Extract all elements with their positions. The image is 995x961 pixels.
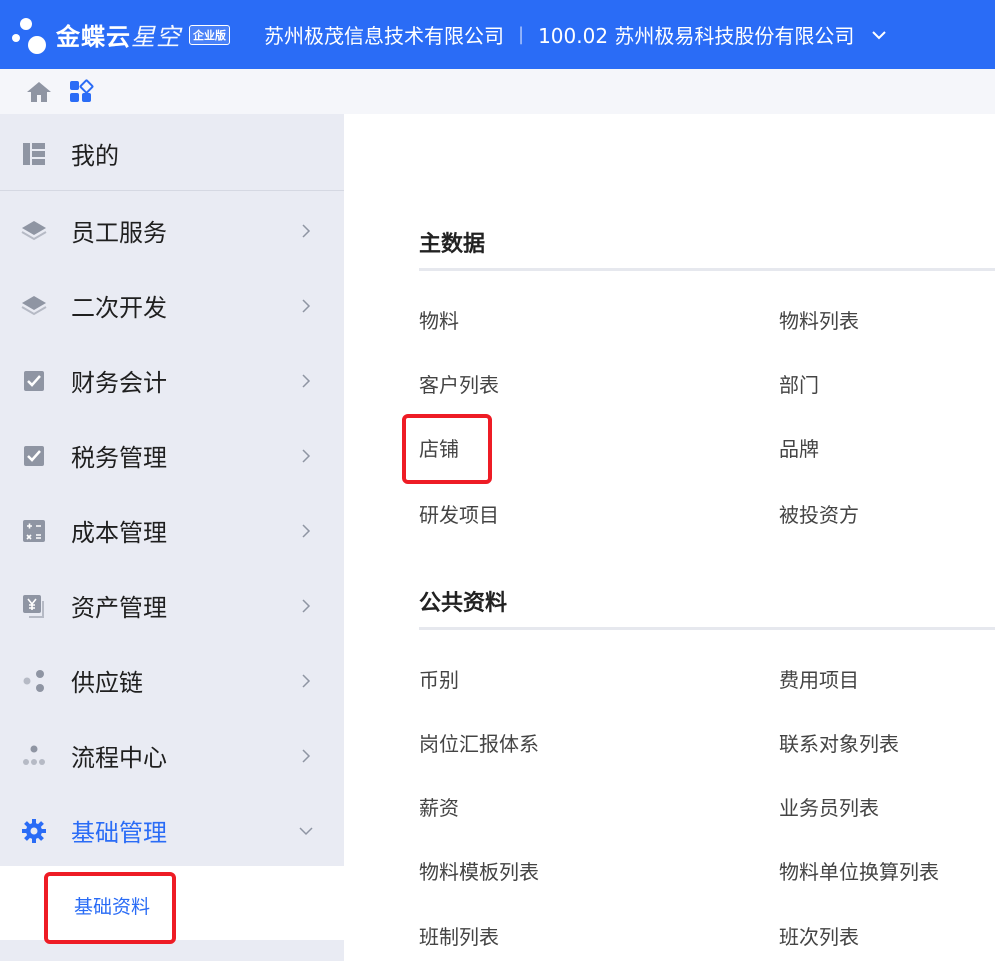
sidebar-divider [0,190,344,191]
kingdee-logo[interactable]: 金蝶云星空 企业版 [8,0,230,69]
sidebar-item-supply-chain[interactable]: 供应链 [0,643,344,718]
header-separator: | [518,24,525,45]
highlight-box [44,872,176,944]
logo-dots-icon [8,10,52,60]
brand-name: 金蝶云 [56,23,131,51]
calculator-icon [21,518,47,544]
link-shift-system-list[interactable]: 班制列表 [419,921,499,950]
chevron-right-icon [302,223,311,238]
chevron-right-icon [302,373,311,388]
org-chart-icon [21,743,47,769]
sidebar-item-secondary-dev[interactable]: 二次开发 [0,268,344,343]
link-material[interactable]: 物料 [419,305,459,334]
sidebar-item-assets[interactable]: 资产管理 [0,568,344,643]
sidebar-item-label: 流程中心 [71,744,167,772]
sidebar-item-label: 资产管理 [71,594,167,622]
sidebar-item-label: 员工服务 [71,219,167,247]
sidebar-item-mine[interactable]: 我的 [0,116,344,191]
link-unit-conversion-list[interactable]: 物料单位换算列表 [779,856,939,885]
link-rd-project[interactable]: 研发项目 [419,499,499,528]
sidebar: 我的 员工服务 二次开发 财务会计 税务管理 成本管理 资产管理 供应链 流程中… [0,114,344,961]
apps-icon[interactable] [68,79,94,105]
edition-badge: 企业版 [189,24,230,45]
link-material-template-list[interactable]: 物料模板列表 [419,856,539,885]
chevron-right-icon [302,748,311,763]
section-divider [419,268,995,271]
sidebar-item-label: 基础管理 [71,819,167,847]
link-salary[interactable]: 薪资 [419,792,459,821]
sidebar-item-finance[interactable]: 财务会计 [0,343,344,418]
section-title-public-data: 公共资料 [419,591,508,616]
sidebar-item-workflow[interactable]: 流程中心 [0,718,344,793]
toolbar [0,69,995,114]
link-salesperson-list[interactable]: 业务员列表 [779,792,879,821]
sidebar-item-label: 供应链 [71,669,143,697]
sidebar-item-employee-service[interactable]: 员工服务 [0,193,344,268]
yuan-icon [21,593,47,619]
chevron-down-icon [299,826,313,835]
layers-icon [21,293,47,319]
chevron-right-icon [302,298,311,313]
dashboard-icon [21,141,47,167]
sidebar-item-tax[interactable]: 税务管理 [0,418,344,493]
link-material-list[interactable]: 物料列表 [779,305,859,334]
nodes-icon [21,668,47,694]
chevron-right-icon [302,448,311,463]
link-department[interactable]: 部门 [779,369,819,398]
link-customer-list[interactable]: 客户列表 [419,369,499,398]
chevron-right-icon [302,523,311,538]
main-content: 主数据 物料 物料列表 客户列表 部门 店铺 品牌 研发项目 被投资方 公共资料… [344,114,995,961]
link-position-reporting[interactable]: 岗位汇报体系 [419,728,539,757]
link-currency[interactable]: 币别 [419,664,459,693]
chevron-right-icon [302,673,311,688]
layers-icon [21,218,47,244]
highlight-box [402,414,492,484]
link-investee[interactable]: 被投资方 [779,499,859,528]
gear-icon [21,818,47,844]
section-title-master-data: 主数据 [419,232,486,257]
link-contact-list[interactable]: 联系对象列表 [779,728,899,757]
chevron-right-icon [302,598,311,613]
sidebar-item-label: 成本管理 [71,519,167,547]
sidebar-item-basic-management[interactable]: 基础管理 [0,793,344,868]
brand-product: 星空 [131,23,181,51]
link-brand[interactable]: 品牌 [779,433,819,462]
sidebar-item-label: 二次开发 [71,294,167,322]
checkbox-icon [21,368,47,394]
account-selector[interactable]: 100.02 苏州极易科技股份有限公司 [538,20,854,49]
link-shift-list[interactable]: 班次列表 [779,921,859,950]
organization-selector[interactable]: 苏州极茂信息技术有限公司 [264,20,504,49]
sidebar-item-cost[interactable]: 成本管理 [0,493,344,568]
sidebar-item-label: 财务会计 [71,369,167,397]
top-header: 金蝶云星空 企业版 苏州极茂信息技术有限公司 | 100.02 苏州极易科技股份… [0,0,995,69]
link-expense-item[interactable]: 费用项目 [779,664,859,693]
checkbox-icon [21,443,47,469]
home-icon[interactable] [26,79,52,105]
section-divider [419,627,995,630]
chevron-down-icon[interactable] [872,28,887,42]
sidebar-item-label: 税务管理 [71,444,167,472]
sidebar-item-label: 我的 [71,142,119,170]
